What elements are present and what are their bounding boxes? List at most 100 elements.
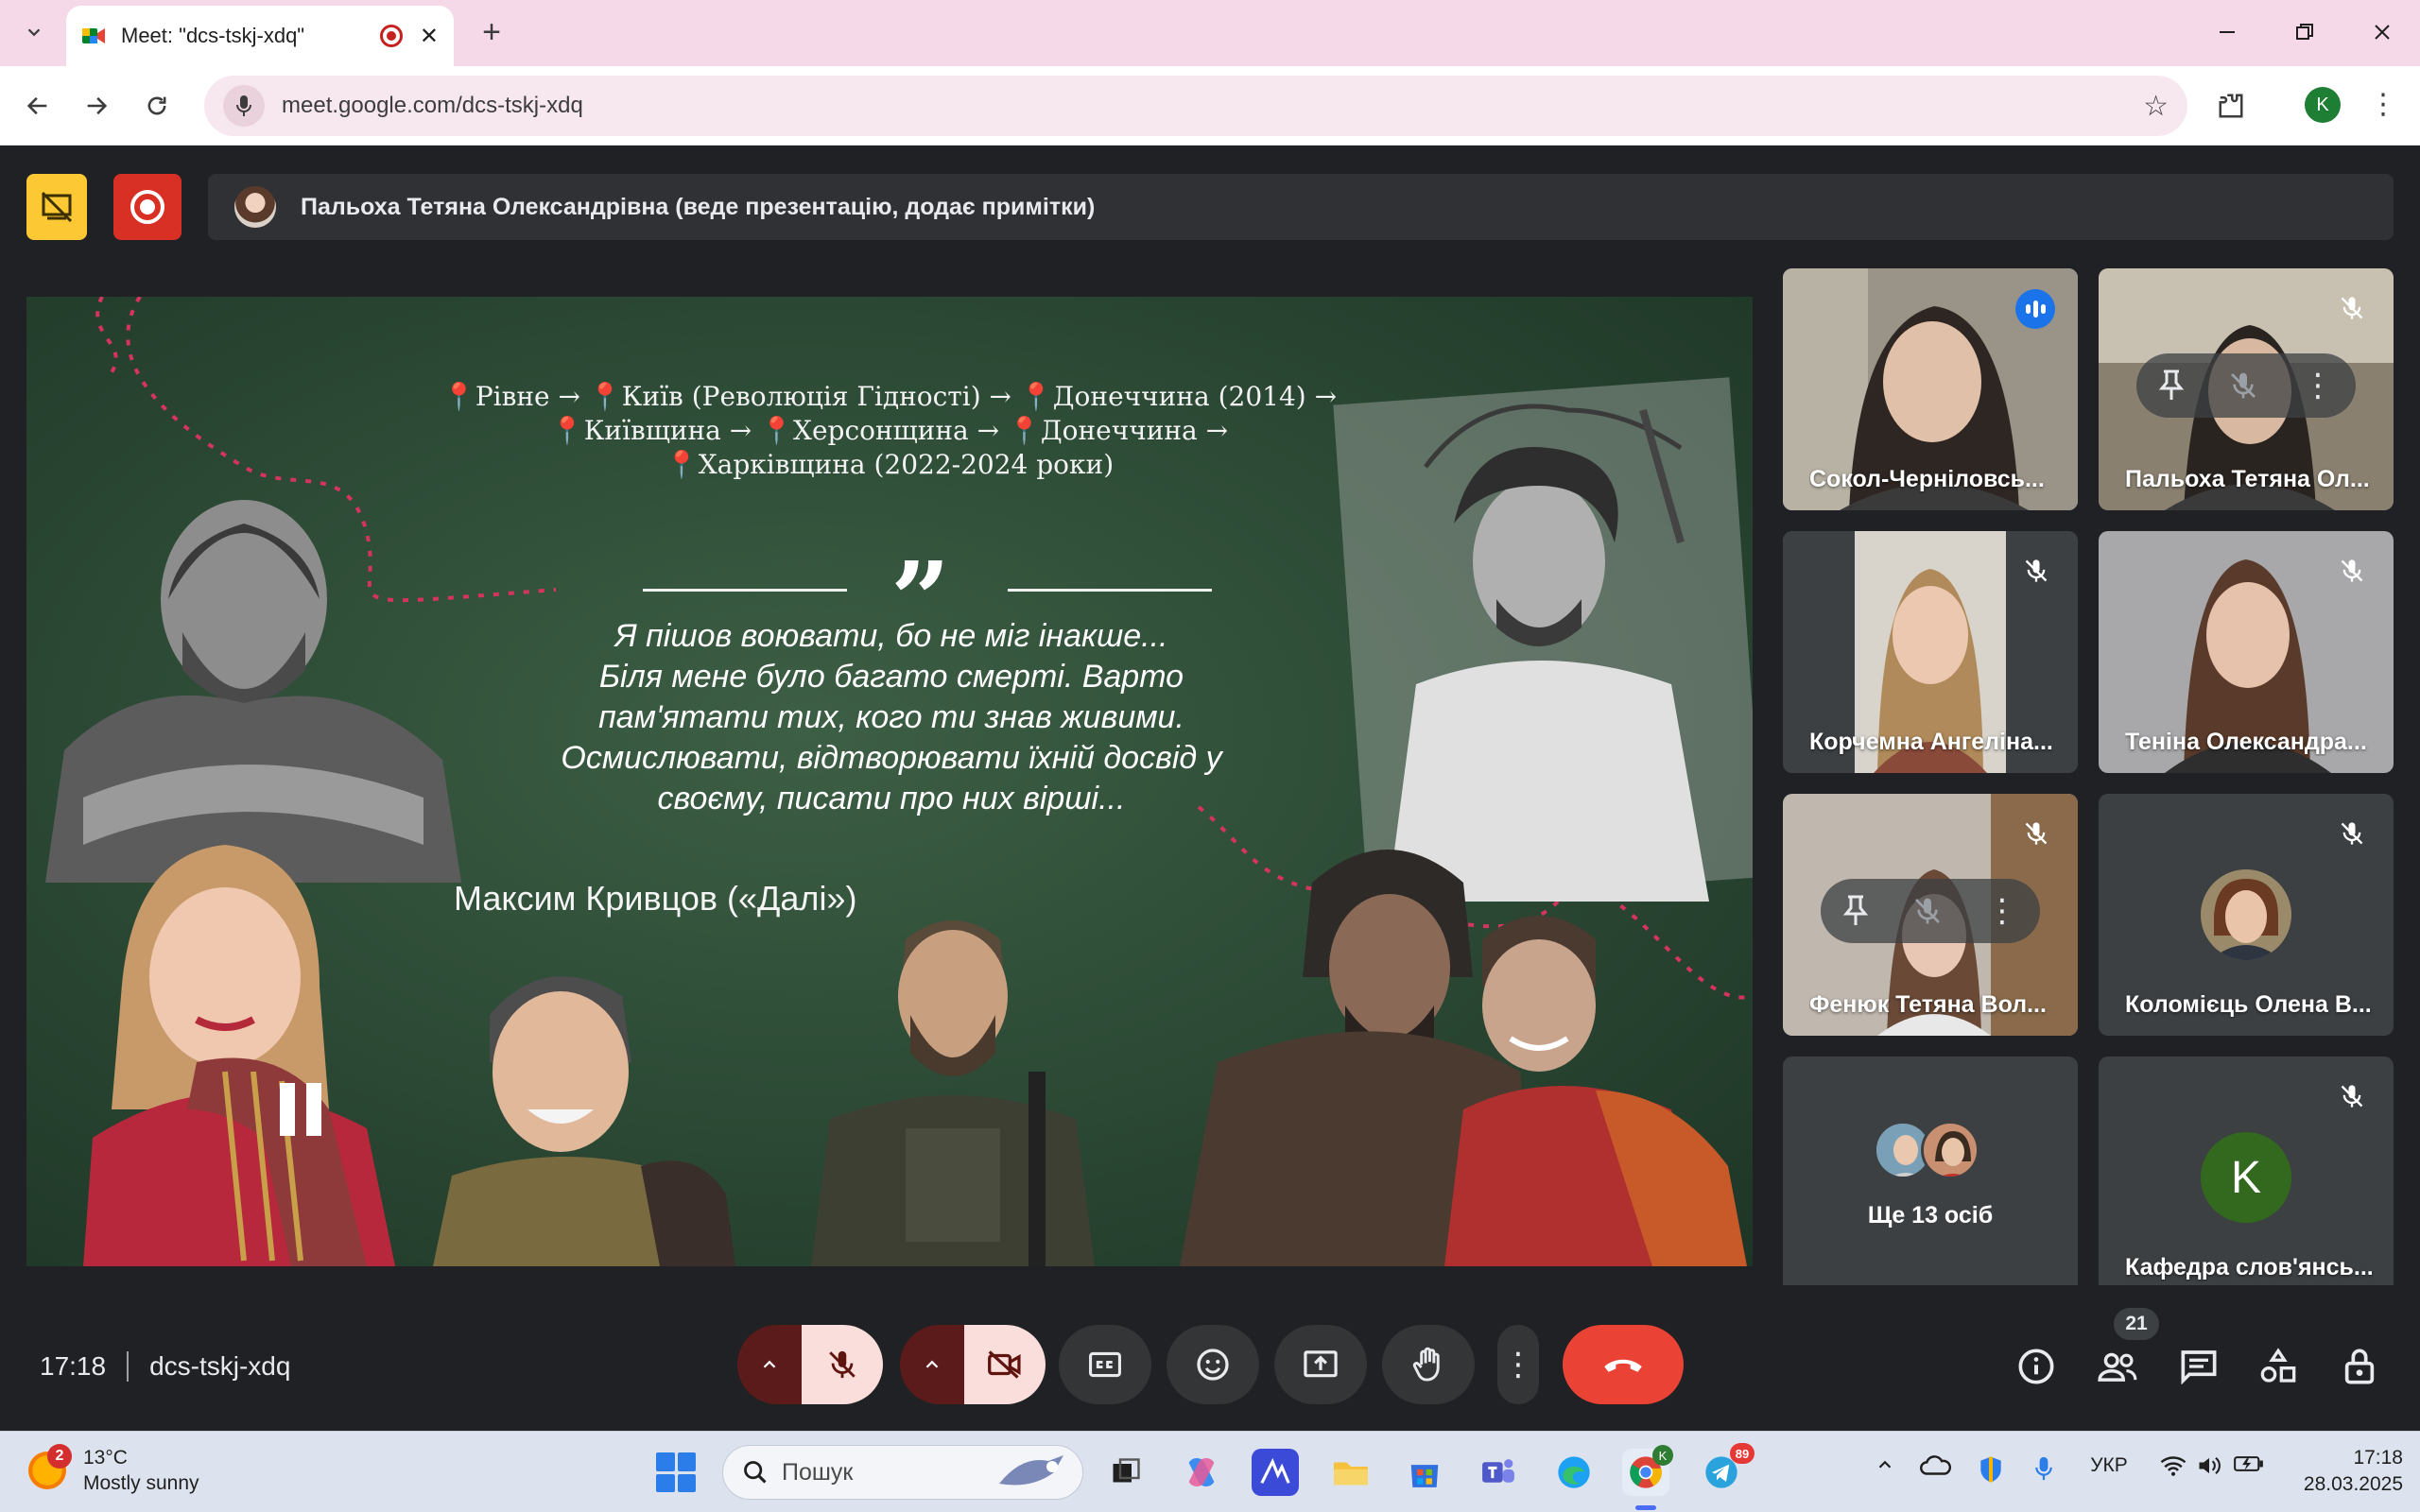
security-shield-icon[interactable] bbox=[1972, 1454, 2010, 1485]
pin-icon[interactable] bbox=[1842, 895, 1869, 927]
present-screen-button[interactable] bbox=[1274, 1325, 1367, 1404]
url-text: meet.google.com/dcs-tskj-xdq bbox=[282, 93, 583, 118]
camera-toggle-button[interactable] bbox=[964, 1325, 1046, 1404]
forward-button[interactable] bbox=[74, 83, 119, 129]
camera-control bbox=[900, 1325, 1046, 1404]
mic-control bbox=[737, 1325, 883, 1404]
tab-meet[interactable]: Meet: "dcs-tskj-xdq" ✕ bbox=[66, 6, 454, 66]
volume-icon[interactable] bbox=[2193, 1454, 2225, 1477]
search-placeholder: Пошук bbox=[782, 1458, 854, 1486]
weather-widget[interactable]: 2 13°C Mostly sunny bbox=[28, 1444, 199, 1496]
participant-tile[interactable]: Корчемна Ангеліна... bbox=[1783, 531, 2078, 773]
system-clock[interactable]: 17:18 28.03.2025 bbox=[2293, 1445, 2403, 1498]
audio-settings-button[interactable] bbox=[737, 1325, 802, 1404]
reactions-button[interactable] bbox=[1167, 1325, 1259, 1404]
captions-button[interactable] bbox=[1059, 1325, 1151, 1404]
profile-avatar[interactable]: K bbox=[2305, 87, 2341, 123]
reload-button[interactable] bbox=[134, 83, 180, 129]
mic-off-icon[interactable] bbox=[1912, 896, 1943, 926]
browser-tabbar: Meet: "dcs-tskj-xdq" ✕ + bbox=[0, 0, 2420, 66]
participant-tile[interactable]: ⋮ Пальоха Тетяна Ол... bbox=[2099, 268, 2394, 510]
copilot-icon[interactable] bbox=[1178, 1449, 1225, 1496]
mic-off-icon[interactable] bbox=[2228, 370, 2258, 401]
participant-name: Сокол-Чернiловсь... bbox=[1809, 466, 2045, 492]
chrome-icon[interactable]: K bbox=[1622, 1445, 1673, 1496]
teams-icon[interactable] bbox=[1475, 1449, 1522, 1496]
video-settings-button[interactable] bbox=[900, 1325, 964, 1404]
task-view-icon[interactable] bbox=[1102, 1449, 1150, 1496]
taskbar-search[interactable]: Пошук bbox=[722, 1445, 1083, 1500]
back-button[interactable] bbox=[15, 83, 60, 129]
chevron-up-icon bbox=[763, 1360, 776, 1368]
battery-icon[interactable] bbox=[2231, 1454, 2267, 1473]
meeting-details: 17:18 dcs-tskj-xdq bbox=[40, 1351, 290, 1382]
bookmark-star-icon[interactable]: ☆ bbox=[2143, 90, 2169, 123]
more-options-icon[interactable]: ⋮ bbox=[2302, 367, 2334, 404]
edge-icon[interactable] bbox=[1550, 1449, 1598, 1496]
telegram-icon[interactable]: 89 bbox=[1698, 1443, 1754, 1496]
avatar bbox=[2201, 869, 2291, 960]
activities-icon[interactable] bbox=[2256, 1344, 2301, 1389]
presentation-hidden-button[interactable] bbox=[26, 174, 87, 240]
chat-icon[interactable] bbox=[2176, 1344, 2221, 1389]
participant-name: Кафедра слов'янсь... bbox=[2125, 1254, 2374, 1280]
onedrive-icon[interactable] bbox=[1917, 1454, 1955, 1477]
mic-off-icon bbox=[2335, 816, 2369, 850]
clock-date: 28.03.2025 bbox=[2303, 1473, 2403, 1495]
host-controls-icon[interactable] bbox=[2337, 1344, 2382, 1389]
input-language[interactable]: УКР bbox=[2076, 1454, 2142, 1477]
speaking-indicator-icon bbox=[2015, 289, 2055, 329]
participant-tile[interactable]: K Кафедра слов'янсь... bbox=[2099, 1057, 2394, 1298]
slide-author: Максим Кривцов («Далі») bbox=[454, 879, 857, 918]
app-vector-icon[interactable] bbox=[1252, 1449, 1299, 1496]
close-tab-icon[interactable]: ✕ bbox=[420, 23, 439, 50]
arrow-left-icon bbox=[26, 96, 47, 115]
chrome-profile-badge: K bbox=[1652, 1445, 1673, 1466]
meeting-info-icon[interactable] bbox=[2014, 1344, 2059, 1389]
mic-off-icon bbox=[2335, 554, 2369, 588]
close-window-icon[interactable] bbox=[2361, 13, 2403, 51]
minimize-icon[interactable] bbox=[2206, 13, 2248, 51]
mic-off-icon bbox=[829, 1350, 856, 1379]
people-icon[interactable] bbox=[2095, 1344, 2140, 1389]
restore-icon[interactable] bbox=[2284, 13, 2325, 51]
microphone-tray-icon[interactable] bbox=[2027, 1454, 2061, 1483]
raise-hand-button[interactable] bbox=[1382, 1325, 1475, 1404]
file-explorer-icon[interactable] bbox=[1327, 1449, 1374, 1496]
mic-toggle-button[interactable] bbox=[802, 1325, 883, 1404]
others-group-tile[interactable]: Ще 13 осіб bbox=[1783, 1057, 2078, 1298]
pin-icon[interactable] bbox=[2158, 369, 2185, 402]
present-off-icon bbox=[41, 191, 73, 223]
new-tab-button[interactable]: + bbox=[473, 13, 510, 51]
microsoft-store-icon[interactable] bbox=[1401, 1449, 1448, 1496]
leave-call-button[interactable] bbox=[1563, 1325, 1684, 1404]
presentation-stage[interactable]: 📍Рівне → 📍Київ (Революція Гідності) → 📍Д… bbox=[26, 297, 1753, 1266]
participant-tile[interactable]: Коломієць Олена В... bbox=[2099, 794, 2394, 1036]
browser-menu-icon[interactable]: ⋮ bbox=[2369, 83, 2397, 125]
windows-start-icon[interactable] bbox=[656, 1452, 696, 1492]
wifi-icon[interactable] bbox=[2157, 1454, 2189, 1477]
more-options-button[interactable]: ⋮ bbox=[1497, 1325, 1539, 1404]
presenter-status-bar: Пальоха Тетяна Олександрівна (веде презе… bbox=[208, 174, 2394, 240]
participant-tile[interactable]: ⋮ Фенюк Тетяна Вол... bbox=[1783, 794, 2078, 1036]
participant-tile[interactable]: Сокол-Чернiловсь... bbox=[1783, 268, 2078, 510]
extensions-icon[interactable] bbox=[2212, 87, 2250, 125]
site-mic-permission-icon[interactable] bbox=[223, 85, 265, 127]
show-hidden-icons[interactable] bbox=[1868, 1454, 1902, 1475]
address-bar[interactable]: meet.google.com/dcs-tskj-xdq ☆ bbox=[204, 76, 2187, 136]
tab-search-button[interactable] bbox=[15, 13, 53, 51]
weather-description: Mostly sunny bbox=[83, 1472, 199, 1494]
recording-button[interactable] bbox=[113, 174, 182, 240]
participant-tile[interactable]: Теніна Олександра... bbox=[2099, 531, 2394, 773]
photo-couple bbox=[1142, 826, 1753, 1266]
avatar bbox=[1921, 1121, 1979, 1179]
others-count-label: Ще 13 осіб bbox=[1867, 1202, 1994, 1228]
google-meet-icon bbox=[81, 24, 106, 48]
chevron-down-icon bbox=[27, 28, 41, 37]
chevron-up-icon bbox=[925, 1360, 939, 1368]
active-app-indicator bbox=[1635, 1505, 1656, 1510]
more-options-icon[interactable]: ⋮ bbox=[1986, 892, 2018, 930]
search-highlight-icon bbox=[999, 1455, 1063, 1486]
hang-up-icon bbox=[1604, 1359, 1642, 1372]
tile-hover-controls: ⋮ bbox=[1821, 879, 2040, 943]
